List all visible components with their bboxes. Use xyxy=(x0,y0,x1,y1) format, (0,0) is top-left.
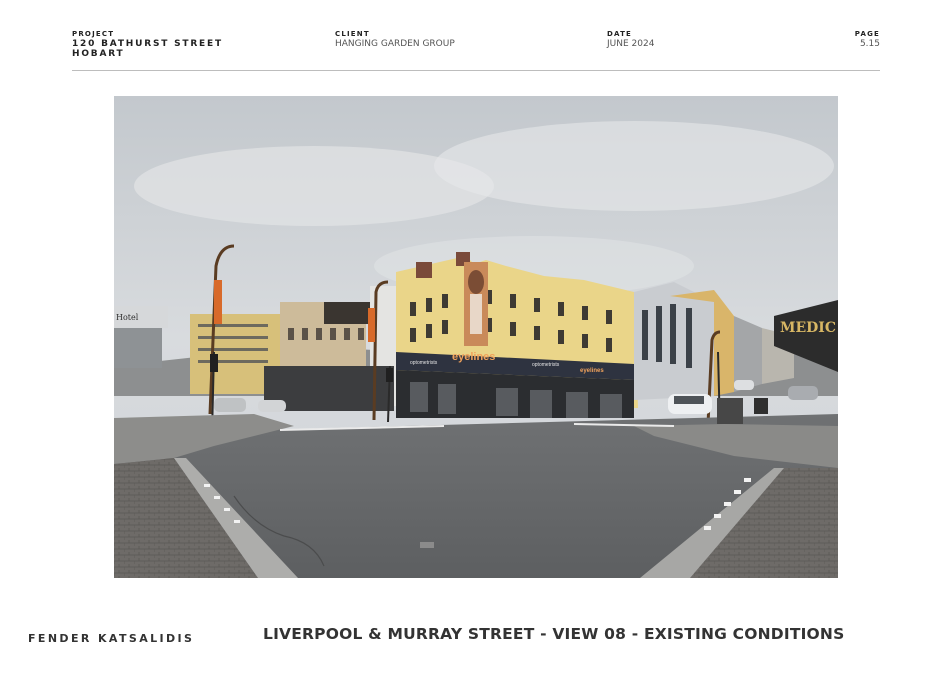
date-value: JUNE 2024 xyxy=(607,39,655,49)
project-city: HOBART xyxy=(72,49,125,59)
date-label: DATE xyxy=(607,30,633,38)
medical-sign: MEDIC xyxy=(780,320,836,336)
street-photo: Hotel eyelines optometrists optometrists… xyxy=(114,96,838,578)
project-block: PROJECT 120 BATHURST STREET HOBART xyxy=(72,30,272,59)
optometrists-sign-2: optometrists xyxy=(532,362,560,368)
client-block: CLIENT HANGING GARDEN GROUP xyxy=(335,30,455,50)
project-name: 120 BATHURST STREET xyxy=(72,39,223,49)
client-name: HANGING GARDEN GROUP xyxy=(335,39,455,49)
optometrists-sign: optometrists xyxy=(410,360,438,366)
page-number: 5.15 xyxy=(859,39,880,49)
date-block: DATE JUNE 2024 xyxy=(607,30,654,50)
eyelines-sign: eyelines xyxy=(452,351,495,363)
eyelines-corner-sign: eyelines xyxy=(580,368,604,374)
project-label: PROJECT xyxy=(72,30,115,38)
page-label: PAGE xyxy=(854,30,880,38)
header-divider xyxy=(72,70,880,71)
view-title: LIVERPOOL & MURRAY STREET - VIEW 08 - EX… xyxy=(263,625,845,643)
client-label: CLIENT xyxy=(335,30,370,38)
firm-name: FENDER KATSALIDIS xyxy=(28,632,195,645)
hotel-sign: Hotel xyxy=(116,313,139,322)
page-block: PAGE 5.15 xyxy=(855,30,880,50)
